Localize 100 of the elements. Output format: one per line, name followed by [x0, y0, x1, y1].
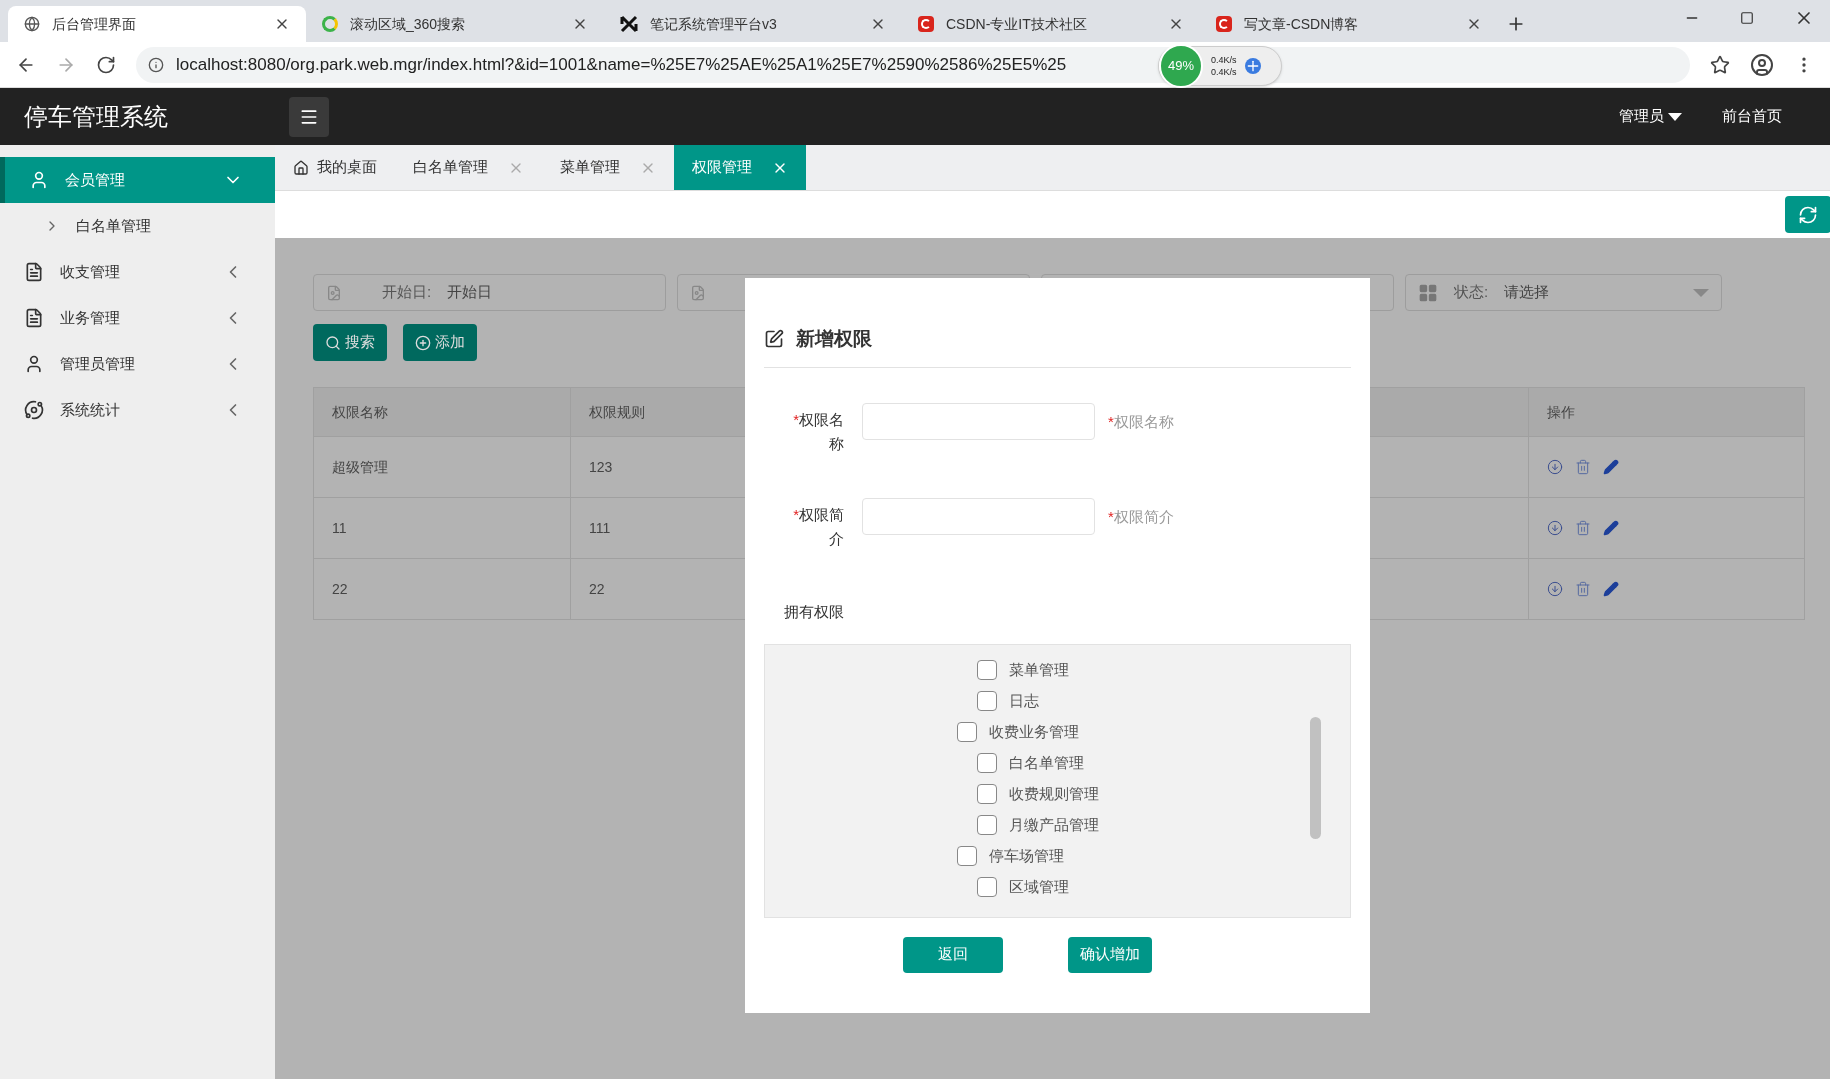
browser-tab[interactable]: 后台管理界面 [8, 6, 306, 42]
checkbox[interactable] [977, 660, 997, 680]
c-logo-icon [1216, 16, 1232, 32]
checkbox[interactable] [977, 784, 997, 804]
tab-title: 后台管理界面 [52, 14, 137, 34]
trash-icon[interactable] [1575, 520, 1591, 536]
checkbox-item[interactable]: 停车场管理 [957, 840, 1350, 872]
table-cell-text: 22 [332, 579, 348, 599]
tab-title: CSDN-专业IT技术社区 [946, 14, 1088, 34]
edit-form-icon [764, 329, 784, 349]
grid-icon [1418, 282, 1438, 303]
menu-toggle-button[interactable] [289, 96, 329, 137]
edit-icon[interactable] [1603, 581, 1619, 597]
checkbox[interactable] [977, 877, 997, 897]
sidebar-item-icon [24, 262, 44, 282]
search-button[interactable]: 搜索 [313, 324, 387, 361]
refresh-button[interactable] [1785, 196, 1830, 233]
download-icon[interactable] [1547, 581, 1563, 597]
reload-icon[interactable] [96, 54, 116, 75]
globe-icon [24, 16, 40, 32]
field-hint: *权限名称 [1108, 412, 1174, 432]
browser-tab[interactable]: 笔记系统管理平台v3 [604, 6, 902, 42]
download-speed: 0.4K/s [1211, 66, 1237, 78]
back-button[interactable]: 返回 [903, 936, 1003, 973]
page-tab[interactable]: 白名单管理 [395, 145, 542, 190]
file-icon [690, 284, 706, 301]
home-icon [293, 159, 309, 176]
refresh-icon [1798, 204, 1818, 225]
input-field[interactable] [862, 498, 1095, 535]
page-tab[interactable]: 我的桌面 [275, 145, 395, 190]
trash-icon[interactable] [1575, 459, 1591, 475]
checkbox-item[interactable]: 收费业务管理 [957, 716, 1350, 748]
page-tab[interactable]: 权限管理 [674, 145, 806, 190]
table-cell-text: 超级管理 [332, 457, 388, 477]
checkbox[interactable] [957, 846, 977, 866]
sidebar-item[interactable]: 会员管理 [0, 157, 275, 203]
file-icon [326, 284, 342, 301]
column-header: 权限名称 [332, 402, 388, 422]
c-logo-icon [918, 16, 934, 32]
sidebar-item[interactable]: 系统统计 [0, 387, 275, 433]
table-cell-text: 123 [589, 457, 613, 477]
browser-tab[interactable]: 滚动区域_360搜索 [306, 6, 604, 42]
dropdown-caret-icon [1668, 112, 1682, 121]
download-icon[interactable] [1547, 459, 1563, 475]
dialog-title: 新增权限 [796, 326, 872, 351]
plus-icon [415, 334, 431, 351]
browser-tab[interactable]: CSDN-专业IT技术社区 [902, 6, 1200, 42]
checkbox-item[interactable]: 月缴产品管理 [957, 809, 1350, 841]
profile-icon[interactable] [1750, 52, 1774, 77]
checkbox[interactable] [977, 691, 997, 711]
add-button[interactable]: 添加 [403, 324, 477, 361]
table-cell-text: 22 [589, 579, 605, 599]
knot-icon [620, 15, 638, 33]
restore-icon[interactable] [1740, 11, 1754, 25]
checkbox-item[interactable]: 收费规则管理 [957, 778, 1350, 810]
field-hint: *权限简介 [1108, 507, 1174, 527]
upload-speed: 0.4K/s [1211, 54, 1237, 66]
date-field[interactable]: 开始日: 开始日 [313, 274, 666, 311]
info-icon [148, 56, 164, 73]
checkbox-item[interactable]: 日志 [957, 685, 1350, 717]
checkbox[interactable] [957, 722, 977, 742]
add-icon [1244, 58, 1261, 74]
column-header: 权限规则 [589, 402, 645, 422]
dropdown-caret-icon [1693, 288, 1709, 297]
sidebar-item-icon [24, 308, 44, 328]
checkbox-item[interactable]: 菜单管理 [957, 654, 1350, 686]
app-title: 停车管理系统 [24, 101, 169, 132]
browser-tab[interactable]: 写文章-CSDN博客 [1200, 6, 1498, 42]
confirm-button[interactable]: 确认增加 [1068, 936, 1152, 973]
front-page-link[interactable]: 前台首页 [1722, 105, 1782, 128]
checkbox[interactable] [977, 815, 997, 835]
permissions-label: 拥有权限 [784, 602, 845, 622]
sidebar-subitem[interactable]: 白名单管理 [0, 203, 275, 249]
sidebar-item[interactable]: 业务管理 [0, 295, 275, 341]
edit-icon[interactable] [1603, 459, 1619, 475]
bookmark-star-icon[interactable] [1710, 54, 1730, 75]
field-label: *权限简介 [792, 505, 844, 549]
edit-icon[interactable] [1603, 520, 1619, 536]
trash-icon[interactable] [1575, 581, 1591, 597]
sidebar-item[interactable]: 收支管理 [0, 249, 275, 295]
checkbox[interactable] [977, 753, 997, 773]
tab-title: 滚动区域_360搜索 [350, 14, 467, 34]
page-tab[interactable]: 菜单管理 [542, 145, 674, 190]
user-menu[interactable]: 管理员 [1619, 105, 1682, 128]
checkbox-item[interactable]: 白名单管理 [957, 747, 1350, 779]
field-label: *权限名称 [792, 410, 844, 454]
tab-title: 写文章-CSDN博客 [1244, 14, 1360, 34]
ring-icon [322, 16, 338, 32]
table-cell-text: 111 [589, 518, 611, 538]
sidebar-item[interactable]: 管理员管理 [0, 341, 275, 387]
sidebar-item-icon [29, 170, 49, 190]
download-icon[interactable] [1547, 520, 1563, 536]
table-cell-text: 11 [332, 518, 347, 538]
input-field[interactable] [862, 403, 1095, 440]
sidebar-item-icon [24, 400, 44, 420]
url-text: localhost:8080/org.park.web.mgr/index.html?&id=1001&name=%25E7%25AE%25A1%25E7%2590%2586%25E5%25 [176, 53, 1067, 76]
search-icon [325, 334, 341, 351]
status-select[interactable]: 状态: 请选择 [1405, 274, 1722, 311]
checkbox-item[interactable]: 区域管理 [957, 871, 1350, 903]
scrollbar-thumb[interactable] [1310, 716, 1321, 839]
